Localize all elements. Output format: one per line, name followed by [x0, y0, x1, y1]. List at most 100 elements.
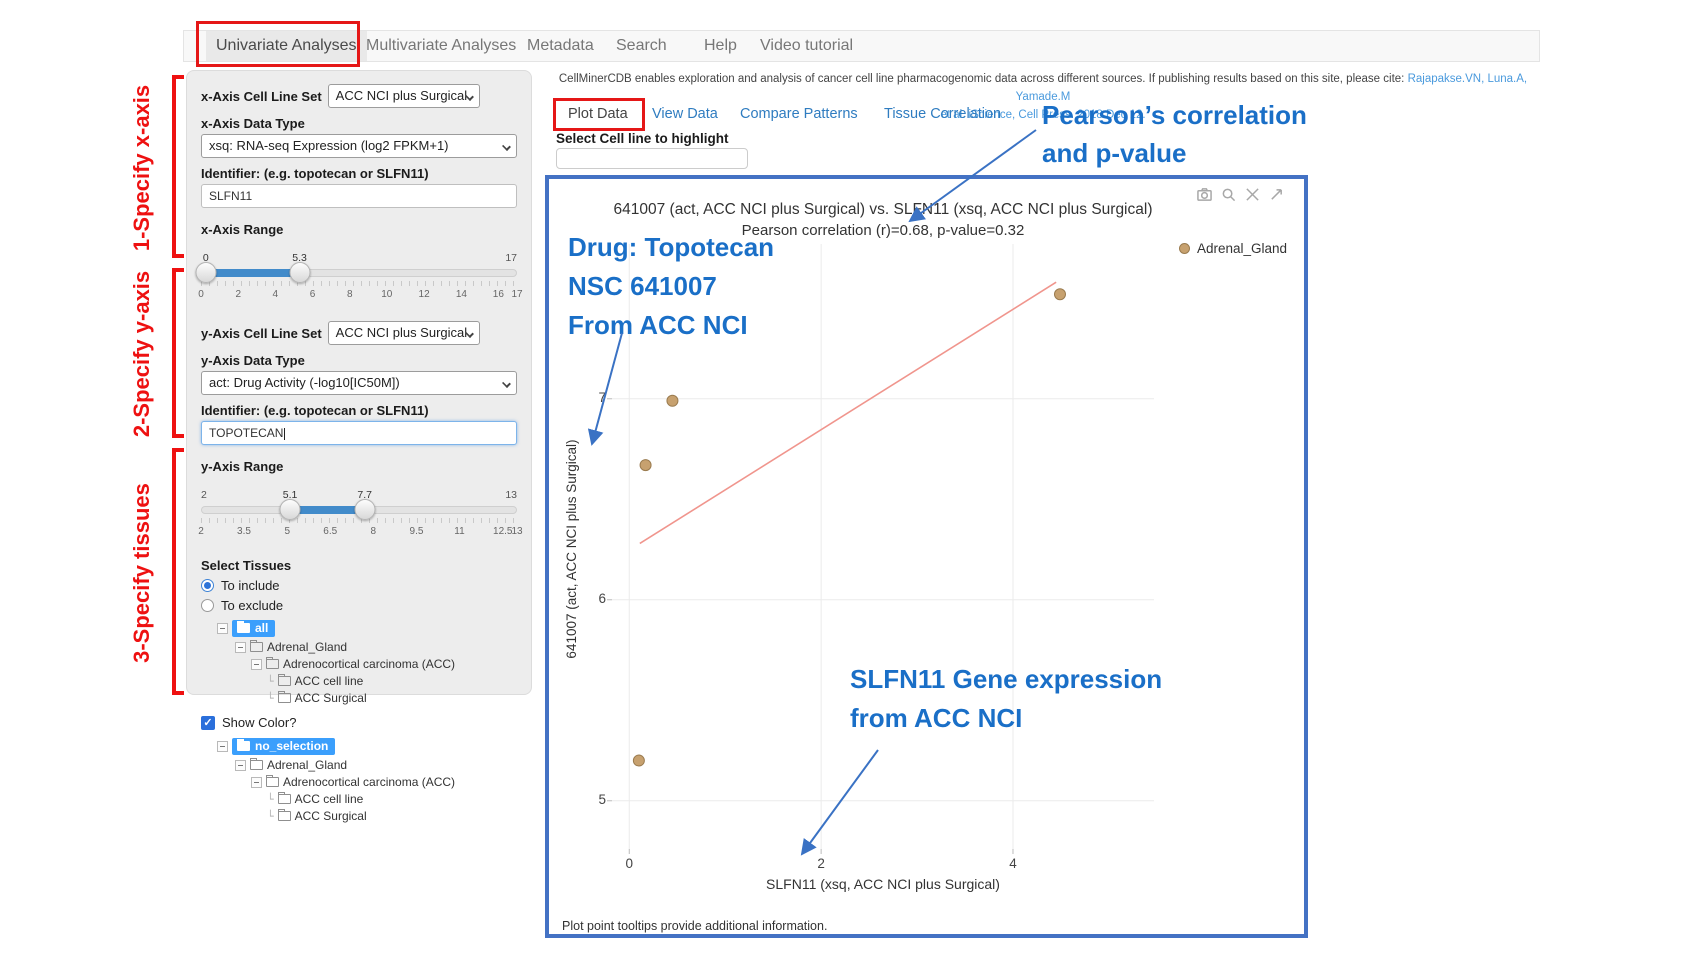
y-cell-line-set-label: y-Axis Cell Line Set [201, 326, 322, 341]
tree-node-acc[interactable]: Adrenocortical carcinoma (ACC) [201, 657, 517, 671]
drug-annotation-line1: Drug: Topotecan [568, 228, 774, 267]
x-slider-handle-high[interactable] [289, 262, 310, 283]
x-cell-line-set-label: x-Axis Cell Line Set [201, 89, 322, 104]
radio-unselected-icon [201, 599, 214, 612]
collapse-icon[interactable] [251, 777, 262, 788]
x-slider-tick: 10 [381, 289, 392, 300]
nav-search[interactable]: Search [616, 31, 667, 61]
y-identifier-input[interactable]: TOPOTECAN [201, 421, 517, 445]
autoscale-icon[interactable] [1269, 187, 1284, 202]
x-slider-tick: 2 [236, 289, 242, 300]
y-slider-tick: 13 [511, 526, 522, 537]
y-slider-tick: 6.5 [323, 526, 337, 537]
y-cell-line-set-value: ACC NCI plus Surgical [336, 325, 468, 340]
scatter-point[interactable] [667, 395, 678, 406]
y-tick-label: 6 [580, 591, 606, 606]
nav-video-tutorial[interactable]: Video tutorial [760, 31, 853, 61]
y-range-min-label: 2 [201, 489, 207, 501]
folder-icon [278, 811, 291, 821]
x-slider-tick: 12 [419, 289, 430, 300]
y-slider-handle-low[interactable] [280, 499, 301, 520]
folder-icon [278, 693, 291, 703]
x-identifier-input[interactable]: SLFN11 [201, 184, 517, 208]
radio-to-include[interactable]: To include [201, 578, 517, 593]
scatter-point[interactable] [633, 755, 644, 766]
nav-metadata[interactable]: Metadata [527, 31, 594, 61]
collapse-icon[interactable] [235, 642, 246, 653]
collapse-icon[interactable] [217, 741, 228, 752]
tab-tissue-correlation[interactable]: Tissue Correlation [884, 106, 1001, 122]
collapse-icon[interactable] [251, 659, 262, 670]
tree-node-adrenal-gland[interactable]: Adrenal_Gland [201, 640, 517, 654]
top-nav: Univariate Analyses Multivariate Analyse… [183, 30, 1540, 62]
collapse-icon[interactable] [235, 760, 246, 771]
tab-compare-patterns[interactable]: Compare Patterns [740, 106, 858, 122]
tree-node-acc-surgical[interactable]: └ ACC Surgical [201, 691, 517, 705]
x-slider-tick: 8 [347, 289, 353, 300]
citation-plain: CellMinerCDB enables exploration and ana… [559, 73, 1408, 85]
nav-help[interactable]: Help [704, 31, 737, 61]
y-slider-tick: 2 [198, 526, 204, 537]
scatter-point[interactable] [640, 460, 651, 471]
tree-node-adrenal-gland[interactable]: Adrenal_Gland [201, 758, 517, 772]
pearson-annotation: Pearson’s correlation and p-value [1042, 97, 1307, 172]
nav-multivariate-analyses[interactable]: Multivariate Analyses [366, 31, 516, 61]
tree-node-acc-cell-line[interactable]: └ ACC cell line [201, 792, 517, 806]
y-range-label: y-Axis Range [201, 459, 517, 474]
y-range-slider[interactable]: 2 5.1 7.7 13 2 3.5 5 6.5 8 9.5 11 12.5 1… [201, 490, 517, 542]
tree-root-label: all [255, 621, 268, 635]
y-data-type-label: y-Axis Data Type [201, 353, 517, 368]
y-tick-label: 5 [580, 792, 606, 807]
x-identifier-label: Identifier: (e.g. topotecan or SLFN11) [201, 166, 517, 181]
drug-annotation: Drug: Topotecan NSC 641007 From ACC NCI [568, 228, 774, 345]
tab-view-data[interactable]: View Data [652, 106, 718, 122]
x-cell-line-set-select[interactable]: ACC NCI plus Surgical [328, 84, 480, 108]
tree-node-acc[interactable]: Adrenocortical carcinoma (ACC) [201, 775, 517, 789]
camera-icon[interactable] [1197, 187, 1212, 202]
y-cell-line-set-select[interactable]: ACC NCI plus Surgical [328, 321, 480, 345]
tree-node-label: Adrenal_Gland [267, 758, 347, 772]
tree-node-acc-surgical[interactable]: └ ACC Surgical [201, 809, 517, 823]
y-data-type-value: act: Drug Activity (-log10[IC50M]) [209, 375, 400, 390]
radio-to-exclude[interactable]: To exclude [201, 598, 517, 613]
x-range-slider[interactable]: 0 5.3 17 0 2 4 6 8 10 12 14 16 17 [201, 253, 517, 305]
folder-icon [266, 777, 279, 787]
folder-icon [250, 642, 263, 652]
folder-icon [237, 623, 250, 633]
step2-label: 2-Specify y-axis [129, 244, 155, 464]
tree-node-all[interactable]: all [201, 620, 517, 637]
legend-label: Adrenal_Gland [1197, 241, 1287, 256]
controls-sidebar: x-Axis Cell Line Set ACC NCI plus Surgic… [186, 70, 532, 695]
folder-icon [266, 659, 279, 669]
y-slider-handle-high[interactable] [354, 499, 375, 520]
collapse-icon[interactable] [217, 623, 228, 634]
tree-node-acc-cell-line[interactable]: └ ACC cell line [201, 674, 517, 688]
show-color-checkbox[interactable]: ✓ Show Color? [201, 715, 517, 730]
highlight-cell-line-label: Select Cell line to highlight [556, 131, 729, 146]
scatter-point[interactable] [1054, 289, 1065, 300]
univariate-highlight-box [196, 21, 360, 67]
x-range-max-label: 17 [505, 252, 517, 264]
y-identifier-label: Identifier: (e.g. topotecan or SLFN11) [201, 403, 517, 418]
gene-annotation-line1: SLFN11 Gene expression [850, 660, 1162, 699]
radio-to-include-label: To include [221, 578, 280, 593]
y-data-type-select[interactable]: act: Drug Activity (-log10[IC50M]) [201, 371, 517, 395]
tree-node-no-selection[interactable]: no_selection [201, 738, 517, 755]
gene-annotation: SLFN11 Gene expression from ACC NCI [850, 660, 1162, 738]
plot-legend[interactable]: Adrenal_Gland [1179, 241, 1287, 256]
x-slider-handle-low[interactable] [195, 262, 216, 283]
x-slider-tick: 0 [198, 289, 204, 300]
x-slider-tick: 14 [456, 289, 467, 300]
x-slider-tick: 16 [493, 289, 504, 300]
x-slider-tick: 6 [310, 289, 316, 300]
step1-bracket [172, 75, 180, 258]
show-color-label: Show Color? [222, 715, 296, 730]
pan-icon[interactable] [1245, 187, 1260, 202]
zoom-icon[interactable] [1221, 187, 1236, 202]
x-data-type-select[interactable]: xsq: RNA-seq Expression (log2 FPKM+1) [201, 134, 517, 158]
highlight-cell-line-input[interactable] [556, 148, 748, 169]
x-data-type-label: x-Axis Data Type [201, 116, 517, 131]
tree-node-label: Adrenocortical carcinoma (ACC) [283, 775, 455, 789]
pearson-annotation-line1: Pearson’s correlation [1042, 97, 1307, 135]
step2-bracket [172, 268, 180, 438]
